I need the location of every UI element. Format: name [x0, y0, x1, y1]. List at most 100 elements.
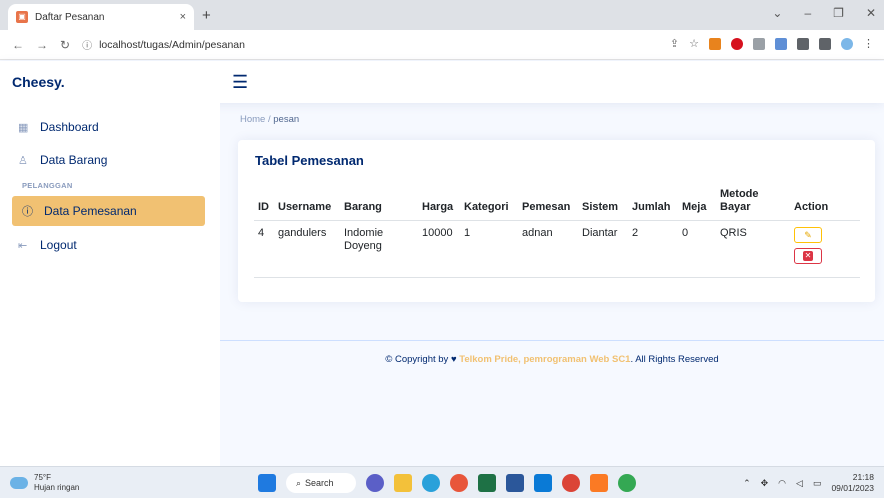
column-header: Kategori: [460, 188, 518, 221]
site-info-icon[interactable]: ⓘ: [82, 37, 92, 52]
brand-logo[interactable]: Cheesy.: [12, 74, 232, 90]
forward-icon[interactable]: →: [36, 38, 48, 52]
sidebar-item-label: Data Pemesanan: [44, 204, 137, 218]
browser-tab[interactable]: ▣ Daftar Pesanan ×: [8, 4, 194, 30]
volume-icon[interactable]: ◁: [796, 478, 803, 489]
tab-search-icon[interactable]: ⌄: [772, 6, 782, 20]
clock[interactable]: 21:18 09/01/2023: [831, 472, 874, 494]
metamask-extension-icon[interactable]: [709, 37, 721, 50]
share-icon[interactable]: ⇪: [670, 37, 679, 50]
column-header: Jumlah: [628, 188, 678, 221]
column-header: Barang: [340, 188, 418, 221]
sidebar-item-label: Logout: [40, 238, 77, 252]
app-header: Cheesy. ☰: [0, 61, 884, 103]
breadcrumb: Home / pesan: [240, 114, 299, 125]
browser-tab-bar: ▣ Daftar Pesanan × + ⌄ – ❐ ✕: [0, 0, 884, 30]
camera-extension-icon[interactable]: [753, 37, 765, 50]
cell-pemesan: adnan: [518, 220, 578, 278]
browser-menu-icon[interactable]: ⋮: [863, 37, 874, 50]
card-title: Tabel Pemesanan: [255, 153, 364, 168]
footer-link[interactable]: Telkom Pride, pemrograman Web SC1: [459, 354, 630, 365]
sidebar-item-logout[interactable]: ⇤ Logout: [18, 230, 77, 260]
cell-harga: 10000: [418, 220, 460, 278]
word-icon[interactable]: [506, 474, 524, 492]
user-icon: ♙: [18, 154, 28, 167]
cell-kategori: 1: [460, 220, 518, 278]
close-tab-icon[interactable]: ×: [180, 11, 186, 23]
edit-icon: ✎: [804, 229, 812, 240]
taskbar-search[interactable]: ⌕ Search: [286, 473, 356, 493]
vscode-icon[interactable]: [534, 474, 552, 492]
footer-prefix: © Copyright by: [385, 354, 449, 365]
weather-widget[interactable]: 75°F Hujan ringan: [10, 473, 79, 493]
breadcrumb-home[interactable]: Home: [240, 114, 265, 125]
sidebar-item-label: Data Barang: [40, 153, 108, 167]
sidebar-item-data-pemesanan[interactable]: ⓘ Data Pemesanan: [12, 196, 205, 226]
temperature: 75°F: [34, 473, 51, 482]
sidebar-item-data-barang[interactable]: ♙ Data Barang: [18, 145, 107, 175]
orders-table: ID Username Barang Harga Kategori Pemesa…: [254, 188, 860, 278]
column-header: Username: [274, 188, 340, 221]
xampp-icon[interactable]: [590, 474, 608, 492]
network-app-icon[interactable]: ✥: [761, 478, 769, 489]
tab-title: Daftar Pesanan: [35, 11, 105, 23]
bookmark-star-icon[interactable]: ☆: [689, 37, 699, 50]
cell-sistem: Diantar: [578, 220, 628, 278]
reload-icon[interactable]: ↻: [60, 38, 70, 52]
footer-suffix: . All Rights Reserved: [630, 354, 719, 365]
tray-chevron-icon[interactable]: ⌃: [743, 478, 751, 489]
url-field[interactable]: ⓘ localhost/tugas/Admin/pesanan: [82, 37, 245, 53]
excel-icon[interactable]: [478, 474, 496, 492]
search-icon: ⌕: [296, 477, 302, 488]
table-row: 4 gandulers Indomie Doyeng 10000 1 adnan…: [254, 220, 860, 278]
column-header: Action: [790, 188, 860, 221]
page-footer: © Copyright by ♥ Telkom Pride, pemrogram…: [220, 340, 884, 365]
app-red-icon[interactable]: [450, 474, 468, 492]
cell-barang: Indomie Doyeng: [340, 220, 418, 278]
nav-buttons: ← → ↻: [12, 38, 70, 52]
cell-action: ✎ ✕: [790, 220, 860, 278]
extensions-area: ⇪ ☆ ⋮: [670, 37, 874, 50]
file-explorer-icon[interactable]: [394, 474, 412, 492]
weather-text: 75°F Hujan ringan: [34, 473, 79, 493]
profile-avatar-icon[interactable]: [841, 37, 853, 50]
wifi-icon[interactable]: ◠: [778, 478, 786, 489]
cell-id: 4: [254, 220, 274, 278]
weather-condition: Hujan ringan: [34, 483, 80, 492]
sidebar-item-label: Dashboard: [40, 120, 99, 134]
sidebar-item-dashboard[interactable]: ▦ Dashboard: [18, 112, 99, 142]
edit-button[interactable]: ✎: [794, 227, 822, 243]
sidepanel-icon[interactable]: [819, 37, 831, 50]
heart-icon: ♥: [450, 354, 457, 365]
clock-time: 21:18: [852, 472, 874, 482]
book-extension-icon[interactable]: [775, 37, 787, 50]
os-taskbar: 75°F Hujan ringan ⌕ Search ⌃ ✥ ◠ ◁ ▭ 21:…: [0, 466, 884, 498]
favicon-icon: ▣: [16, 11, 28, 23]
taskbar-apps: ⌕ Search: [258, 473, 636, 493]
table-header-row: ID Username Barang Harga Kategori Pemesa…: [254, 188, 860, 221]
delete-button[interactable]: ✕: [794, 248, 822, 264]
chrome-icon[interactable]: [562, 474, 580, 492]
cell-jumlah: 2: [628, 220, 678, 278]
new-tab-button[interactable]: +: [202, 7, 211, 24]
window-controls: ⌄ – ❐ ✕: [772, 6, 876, 20]
puzzle-extension-icon[interactable]: [797, 37, 809, 50]
delete-icon: ✕: [803, 251, 813, 261]
sidebar: ▦ Dashboard ♙ Data Barang PELANGGAN ⓘ Da…: [0, 103, 220, 466]
battery-icon[interactable]: ▭: [813, 478, 822, 489]
column-header: Harga: [418, 188, 460, 221]
back-icon[interactable]: ←: [12, 38, 24, 52]
cloud-rain-icon: [10, 477, 28, 489]
windows-start-icon[interactable]: [258, 474, 276, 492]
chat-app-icon[interactable]: [366, 474, 384, 492]
clock-date: 09/01/2023: [831, 483, 874, 493]
app-multicolor-icon[interactable]: [618, 474, 636, 492]
close-window-icon[interactable]: ✕: [866, 6, 876, 20]
hamburger-menu-icon[interactable]: ☰: [232, 72, 248, 93]
restore-icon[interactable]: ❐: [833, 6, 844, 20]
sidebar-section-heading: PELANGGAN: [22, 181, 73, 190]
opera-extension-icon[interactable]: [731, 37, 743, 50]
telegram-icon[interactable]: [422, 474, 440, 492]
column-header: ID: [254, 188, 274, 221]
minimize-icon[interactable]: –: [804, 6, 811, 20]
